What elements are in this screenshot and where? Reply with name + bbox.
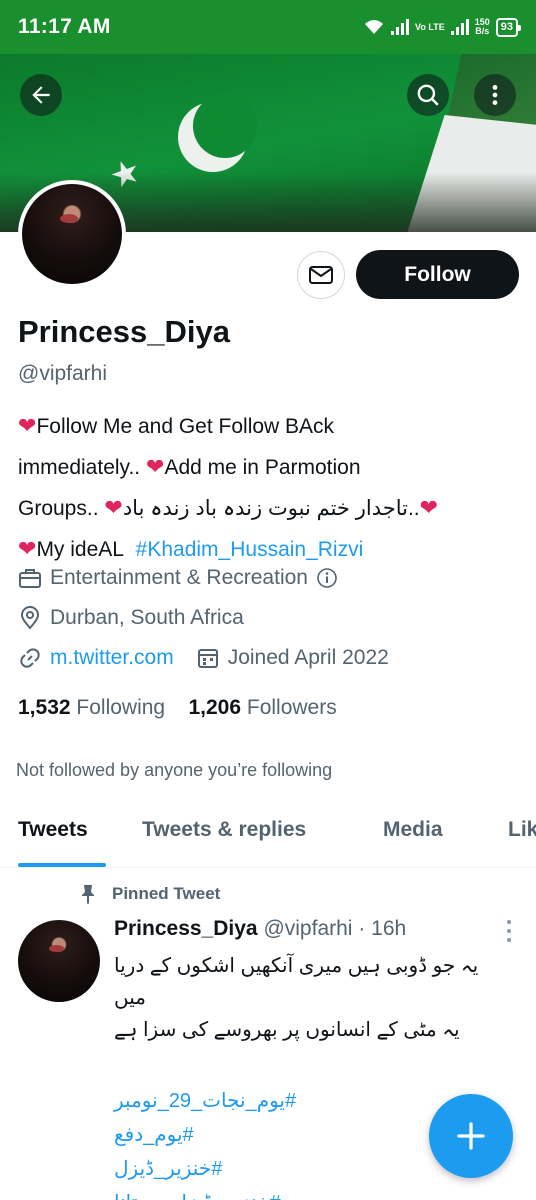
tweet-header: Princess_Diya @vipfarhi · 16h (114, 917, 406, 941)
flag-crescent-cut (193, 94, 257, 158)
arrow-left-icon (32, 86, 50, 104)
followers-link[interactable]: 1,206 Followers (188, 696, 336, 719)
bio-line-4a: My ideAL (36, 538, 124, 561)
tab-tweets-replies[interactable]: Tweets & replies (142, 818, 306, 842)
profile-joined-date: Joined April 2022 (227, 646, 389, 669)
tweet-line-1: یہ جو ڈوبی ہیں میری آنکھیں اشکوں کے دریا (114, 955, 479, 977)
profile-name: Princess_Diya (18, 314, 230, 349)
bio-line-1: Follow Me and Get Follow BAck (36, 415, 335, 438)
tweet-author-avatar-image (18, 920, 100, 1002)
search-button[interactable] (407, 74, 449, 116)
tab-tweets[interactable]: Tweets (18, 818, 88, 842)
search-icon (417, 84, 439, 106)
tweet-text: یہ جو ڈوبی ہیں میری آنکھیں اشکوں کے دریا… (114, 950, 520, 1046)
tweet-time: · 16h (358, 917, 407, 940)
bio-line-2a: immediately.. (18, 456, 141, 479)
more-options-button[interactable] (474, 74, 516, 116)
profile-category-row: Entertainment & Recreation (18, 566, 338, 590)
compose-tweet-button[interactable] (429, 1094, 513, 1178)
tab-likes[interactable]: Likes (508, 818, 536, 842)
profile-location: Durban, South Africa (50, 606, 244, 629)
tweet-more-dot (507, 929, 511, 933)
tweet-author-name[interactable]: Princess_Diya (114, 917, 258, 940)
tweet-more-button[interactable] (499, 920, 519, 942)
bio-line-3b: ..تاجدار ختم نبوت زندہ باد زندہ باد (122, 497, 420, 520)
tweet-line-3: یہ مٹی کے انسانوں پر بھروسے کی سزا ہے (114, 1019, 460, 1041)
heart-icon: ❤ (18, 536, 37, 561)
tweet-hashtags: #یوم_نجات_29_نومبر #یوم_دفع #خنزیر_ڈیزل … (114, 1084, 296, 1200)
more-vertical-icon (492, 85, 498, 105)
profile-website-row: m.twitter.com Joined April 2022 (18, 646, 389, 670)
network-speed-unit: B/s (475, 26, 490, 36)
tweet-hashtag[interactable]: #یوم_دفع (114, 1118, 296, 1152)
heart-icon: ❤ (104, 495, 123, 520)
network-type-label: Vo LTE (415, 21, 445, 32)
following-link[interactable]: 1,532 Following (18, 696, 165, 719)
link-icon (20, 648, 40, 668)
profile-bio: ❤Follow Me and Get Follow BAck immediate… (18, 406, 518, 570)
tweet-more-dot (507, 938, 511, 942)
status-icons: Vo LTE 150 B/s 93 (363, 17, 522, 37)
followers-label: Followers (246, 696, 337, 719)
heart-icon: ❤ (146, 454, 165, 479)
bio-line-2b: Add me in Parmotion (164, 456, 361, 479)
tweet-hashtag[interactable]: #یوم_نجات_29_نومبر (114, 1084, 296, 1118)
pinned-tweet-text: Pinned Tweet (112, 884, 221, 903)
tweet-author-avatar[interactable] (18, 920, 100, 1002)
back-button[interactable] (20, 74, 62, 116)
bio-line-3a: Groups.. (18, 497, 99, 520)
following-count: 1,532 (18, 696, 71, 719)
pin-icon (82, 885, 94, 904)
battery-indicator: 93 (495, 17, 522, 37)
tweet-hashtag[interactable]: #خنزیر_ڈیزل_بستانا (114, 1186, 296, 1200)
followers-count: 1,206 (188, 696, 242, 719)
tweet-line-2: میں (114, 987, 146, 1009)
location-pin-icon (20, 606, 40, 630)
follow-button[interactable]: Follow (356, 250, 519, 299)
heart-icon: ❤ (419, 495, 439, 520)
profile-avatar-image (22, 184, 122, 284)
plus-icon (457, 1122, 485, 1150)
bio-hashtag-link[interactable]: #Khadim_Hussain_Rizvi (136, 538, 364, 561)
tweet-more-dot (507, 920, 511, 924)
calendar-icon (197, 649, 218, 668)
network-speed: 150 B/s (475, 18, 490, 36)
profile-tabs: Tweets Tweets & replies Media Likes (0, 804, 536, 868)
follow-counts: 1,532 Following 1,206 Followers (18, 696, 337, 720)
pinned-tweet-label: Pinned Tweet (80, 884, 220, 904)
profile-category: Entertainment & Recreation (50, 566, 308, 589)
signal-icon (391, 19, 410, 35)
profile-website-link[interactable]: m.twitter.com (50, 646, 174, 670)
tab-media[interactable]: Media (383, 818, 443, 842)
status-time: 11:17 AM (18, 15, 111, 38)
info-icon[interactable] (316, 567, 338, 589)
following-label: Following (76, 696, 166, 719)
message-button[interactable] (297, 251, 345, 299)
not-followed-notice: Not followed by anyone you’re following (16, 760, 333, 780)
profile-location-row: Durban, South Africa (18, 606, 244, 630)
tweet-hashtag[interactable]: #خنزیر_ڈیزل (114, 1152, 296, 1186)
status-bar: 11:17 AM Vo LTE 150 B/s 93 (0, 0, 536, 54)
wifi-icon (365, 20, 384, 34)
briefcase-icon (19, 569, 41, 588)
profile-avatar[interactable] (18, 180, 126, 288)
active-tab-indicator (18, 863, 106, 867)
profile-handle: @vipfarhi (18, 362, 108, 385)
heart-icon: ❤ (18, 413, 37, 438)
signal-icon-2 (450, 19, 469, 35)
mail-icon (309, 266, 333, 284)
tweet-author-handle[interactable]: @vipfarhi (263, 917, 352, 940)
